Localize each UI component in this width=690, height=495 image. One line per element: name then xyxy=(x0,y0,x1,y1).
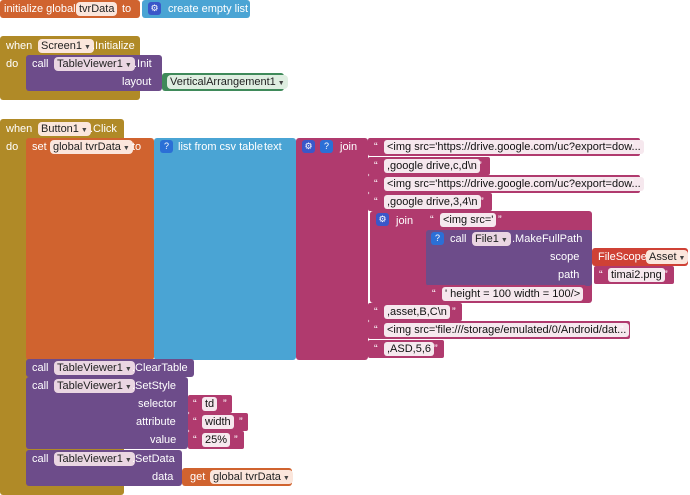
viewer-dropdown[interactable]: TableViewer1 ▼ xyxy=(54,57,135,71)
text-string-block[interactable]: “ <img src=' ” xyxy=(424,211,508,229)
string-value[interactable]: <img src='file:///storage/emulated/0/And… xyxy=(384,323,630,337)
string-value[interactable]: ,google drive,c,d\n xyxy=(384,159,480,173)
set-style-label: .SetStyle xyxy=(132,380,177,392)
init-global-label: initialize global xyxy=(4,3,76,15)
when-label: when xyxy=(6,123,33,135)
call-label: call xyxy=(32,453,49,465)
value-string-block[interactable]: “ 25% ” xyxy=(188,431,244,449)
join-label: join xyxy=(340,141,358,153)
event-label: .Click xyxy=(90,123,117,135)
filescope-label: FileScope xyxy=(598,251,647,263)
attribute-label: attribute xyxy=(136,416,176,428)
variable-dropdown[interactable]: global tvrData ▼ xyxy=(210,470,293,484)
do-label: do xyxy=(6,141,19,153)
tableviewer-init-block[interactable]: call TableViewer1 ▼ .Init layout xyxy=(26,55,162,91)
text-string-block[interactable]: “ ' height = 100 width = 100/> ” xyxy=(426,285,586,303)
list-from-csv-block[interactable]: ? list from csv table text xyxy=(154,138,296,360)
join-label: join xyxy=(396,215,414,227)
selector-string-block[interactable]: “ td ” xyxy=(188,395,232,413)
call-label: call xyxy=(450,233,467,245)
to-label: to xyxy=(122,3,132,15)
call-label: call xyxy=(32,380,49,392)
gear-icon[interactable]: ⚙ xyxy=(376,213,389,226)
clear-table-block[interactable]: call TableViewer1 ▼ .ClearTable xyxy=(26,359,194,377)
path-string-block[interactable]: “ timai2.png ” xyxy=(594,266,674,284)
make-full-path-label: .MakeFullPath xyxy=(512,233,583,245)
text-string-block[interactable]: “ <img src='file:///storage/emulated/0/A… xyxy=(368,321,630,339)
selector-value[interactable]: td xyxy=(202,397,218,411)
text-string-block[interactable]: “ ,google drive,c,d\n ” xyxy=(368,157,490,175)
event-label: .Initialize xyxy=(92,40,135,52)
string-value[interactable]: ,ASD,5,6 xyxy=(384,342,435,356)
viewer-dropdown[interactable]: TableViewer1 ▼ xyxy=(54,452,135,466)
string-value[interactable]: <img src='https://drive.google.com/uc?ex… xyxy=(384,177,644,191)
global-name-field[interactable]: tvrData xyxy=(76,2,118,16)
text-string-block[interactable]: “ ,asset,B,C\n ” xyxy=(368,303,462,321)
value-label: value xyxy=(150,434,177,446)
scope-label: scope xyxy=(550,251,580,263)
call-label: call xyxy=(32,362,49,374)
screen-dropdown[interactable]: Screen1 ▼ xyxy=(38,39,94,53)
layout-label: layout xyxy=(122,76,152,88)
when-label: when xyxy=(6,40,33,52)
list-from-csv-label: list from csv table xyxy=(178,141,263,153)
init-method-label: .Init xyxy=(134,58,152,70)
set-data-label: .SetData xyxy=(132,453,175,465)
set-data-block[interactable]: call TableViewer1 ▼ .SetData data xyxy=(26,450,182,486)
do-label: do xyxy=(6,58,19,70)
help-icon[interactable]: ? xyxy=(320,140,333,153)
string-value[interactable]: <img src='https://drive.google.com/uc?ex… xyxy=(384,140,644,154)
attribute-value[interactable]: width xyxy=(202,415,234,429)
text-string-block[interactable]: “ <img src='https://drive.google.com/uc?… xyxy=(368,138,644,156)
filescope-dropdown[interactable]: Asset ▼ xyxy=(646,250,689,264)
text-label: text xyxy=(264,141,282,153)
layout-dropdown[interactable]: VerticalArrangement1 ▼ xyxy=(167,75,288,89)
join-block[interactable]: ⚙ ? join xyxy=(296,138,368,360)
viewer-dropdown[interactable]: TableViewer1 ▼ xyxy=(54,379,135,393)
gear-icon[interactable]: ⚙ xyxy=(148,2,161,15)
set-style-block[interactable]: call TableViewer1 ▼ .SetStyle selector at… xyxy=(26,377,188,449)
init-global-block[interactable]: initialize global tvrData to xyxy=(0,0,140,18)
create-empty-list-label: create empty list xyxy=(168,3,249,15)
get-variable-block[interactable]: get global tvrData ▼ xyxy=(182,468,293,486)
string-value[interactable]: ,google drive,3,4\n xyxy=(384,195,481,209)
layout-component-block[interactable]: VerticalArrangement1 ▼ xyxy=(162,73,288,91)
call-label: call xyxy=(32,58,49,70)
filescope-block[interactable]: FileScope Asset ▼ xyxy=(592,248,689,266)
to-label: to xyxy=(132,141,142,153)
get-label: get xyxy=(190,471,206,483)
string-value[interactable]: <img src=' xyxy=(440,213,497,227)
style-value[interactable]: 25% xyxy=(202,433,231,447)
create-empty-list-block[interactable]: ⚙ create empty list xyxy=(142,0,250,18)
text-string-block[interactable]: “ <img src='https://drive.google.com/uc?… xyxy=(368,175,644,193)
viewer-dropdown[interactable]: TableViewer1 ▼ xyxy=(54,361,135,375)
file-dropdown[interactable]: File1 ▼ xyxy=(472,232,511,246)
button-dropdown[interactable]: Button1 ▼ xyxy=(38,122,91,136)
string-value[interactable]: ,asset,B,C\n xyxy=(384,305,450,319)
path-value[interactable]: timai2.png xyxy=(608,268,665,282)
text-string-block[interactable]: “ ,ASD,5,6 ” xyxy=(368,340,444,358)
string-value[interactable]: ' height = 100 width = 100/> xyxy=(442,287,584,301)
text-string-block[interactable]: “ ,google drive,3,4\n ” xyxy=(368,193,492,211)
make-full-path-block[interactable]: ? call File1 ▼ .MakeFullPath scope path xyxy=(426,230,592,286)
help-icon[interactable]: ? xyxy=(431,232,444,245)
set-label: set xyxy=(32,141,47,153)
path-label: path xyxy=(558,269,580,281)
selector-label: selector xyxy=(138,398,177,410)
clear-table-label: .ClearTable xyxy=(132,362,188,374)
attribute-string-block[interactable]: “ width ” xyxy=(188,413,248,431)
gear-icon[interactable]: ⚙ xyxy=(302,140,315,153)
data-label: data xyxy=(152,471,174,483)
variable-dropdown[interactable]: global tvrData ▼ xyxy=(50,140,133,154)
set-variable-block[interactable]: set global tvrData ▼ to xyxy=(26,138,154,360)
help-icon[interactable]: ? xyxy=(160,140,173,153)
